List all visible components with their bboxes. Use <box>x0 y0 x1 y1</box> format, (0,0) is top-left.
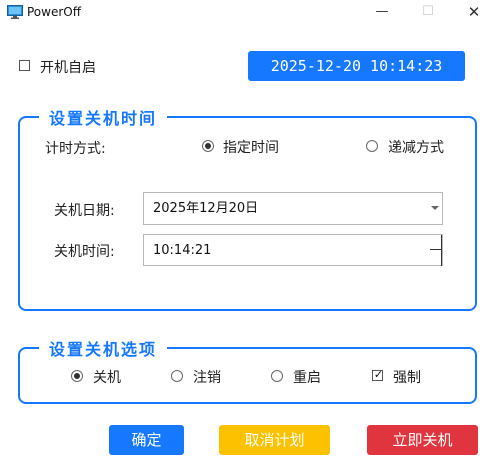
force-option-label: 强制 <box>393 370 421 386</box>
cancel-plan-button[interactable]: 取消计划 <box>219 425 330 455</box>
maximize-icon: ☐ <box>422 4 434 19</box>
shutdown-time-label: 关机时间: <box>54 244 115 260</box>
shutdown-time-group-title: 设置关机时间 <box>39 105 168 129</box>
logout-option-label: 注销 <box>193 370 221 386</box>
current-time-display: 2025-12-20 10:14:23 <box>248 51 465 81</box>
timing-mode-label: 计时方式: <box>45 141 106 157</box>
radio-countdown[interactable] <box>366 140 378 152</box>
minimize-icon: — <box>375 4 389 19</box>
shutdown-time-spinbox[interactable]: 10:14:21 <box>143 234 443 266</box>
shutdown-date-value: 2025年12月20日 <box>153 201 259 216</box>
close-button[interactable]: ✕ <box>451 0 497 26</box>
minimize-button[interactable]: — <box>359 0 405 26</box>
autostart-checkbox[interactable] <box>19 60 30 71</box>
confirm-button[interactable]: 确定 <box>109 425 184 455</box>
autostart-label: 开机自启 <box>40 60 96 76</box>
radio-shutdown[interactable] <box>71 370 83 382</box>
shutdown-time-value: 10:14:21 <box>153 243 212 258</box>
specified-time-label: 指定时间 <box>223 140 279 156</box>
checkmark-icon: ✓ <box>373 368 384 381</box>
radio-restart[interactable] <box>271 370 283 382</box>
shutdown-now-button[interactable]: 立即关机 <box>367 425 478 455</box>
app-monitor-icon <box>7 5 23 19</box>
radio-logout[interactable] <box>171 370 183 382</box>
force-checkbox[interactable]: ✓ <box>372 368 384 381</box>
chevron-down-icon[interactable] <box>431 206 439 210</box>
window-title: PowerOff <box>27 5 81 19</box>
shutdown-option-label: 关机 <box>93 370 121 386</box>
restart-option-label: 重启 <box>293 370 321 386</box>
countdown-label: 递减方式 <box>388 140 444 156</box>
shutdown-options-group-title: 设置关机选项 <box>39 336 168 360</box>
shutdown-date-label: 关机日期: <box>54 203 115 219</box>
maximize-button[interactable]: ☐ <box>405 0 451 26</box>
spin-up-button[interactable] <box>430 235 442 250</box>
title-bar: PowerOff — ☐ ✕ <box>0 0 497 26</box>
radio-specified-time[interactable] <box>202 140 214 152</box>
shutdown-date-picker[interactable]: 2025年12月20日 <box>143 192 443 225</box>
close-icon: ✕ <box>467 3 481 21</box>
spin-down-button[interactable] <box>430 250 442 266</box>
